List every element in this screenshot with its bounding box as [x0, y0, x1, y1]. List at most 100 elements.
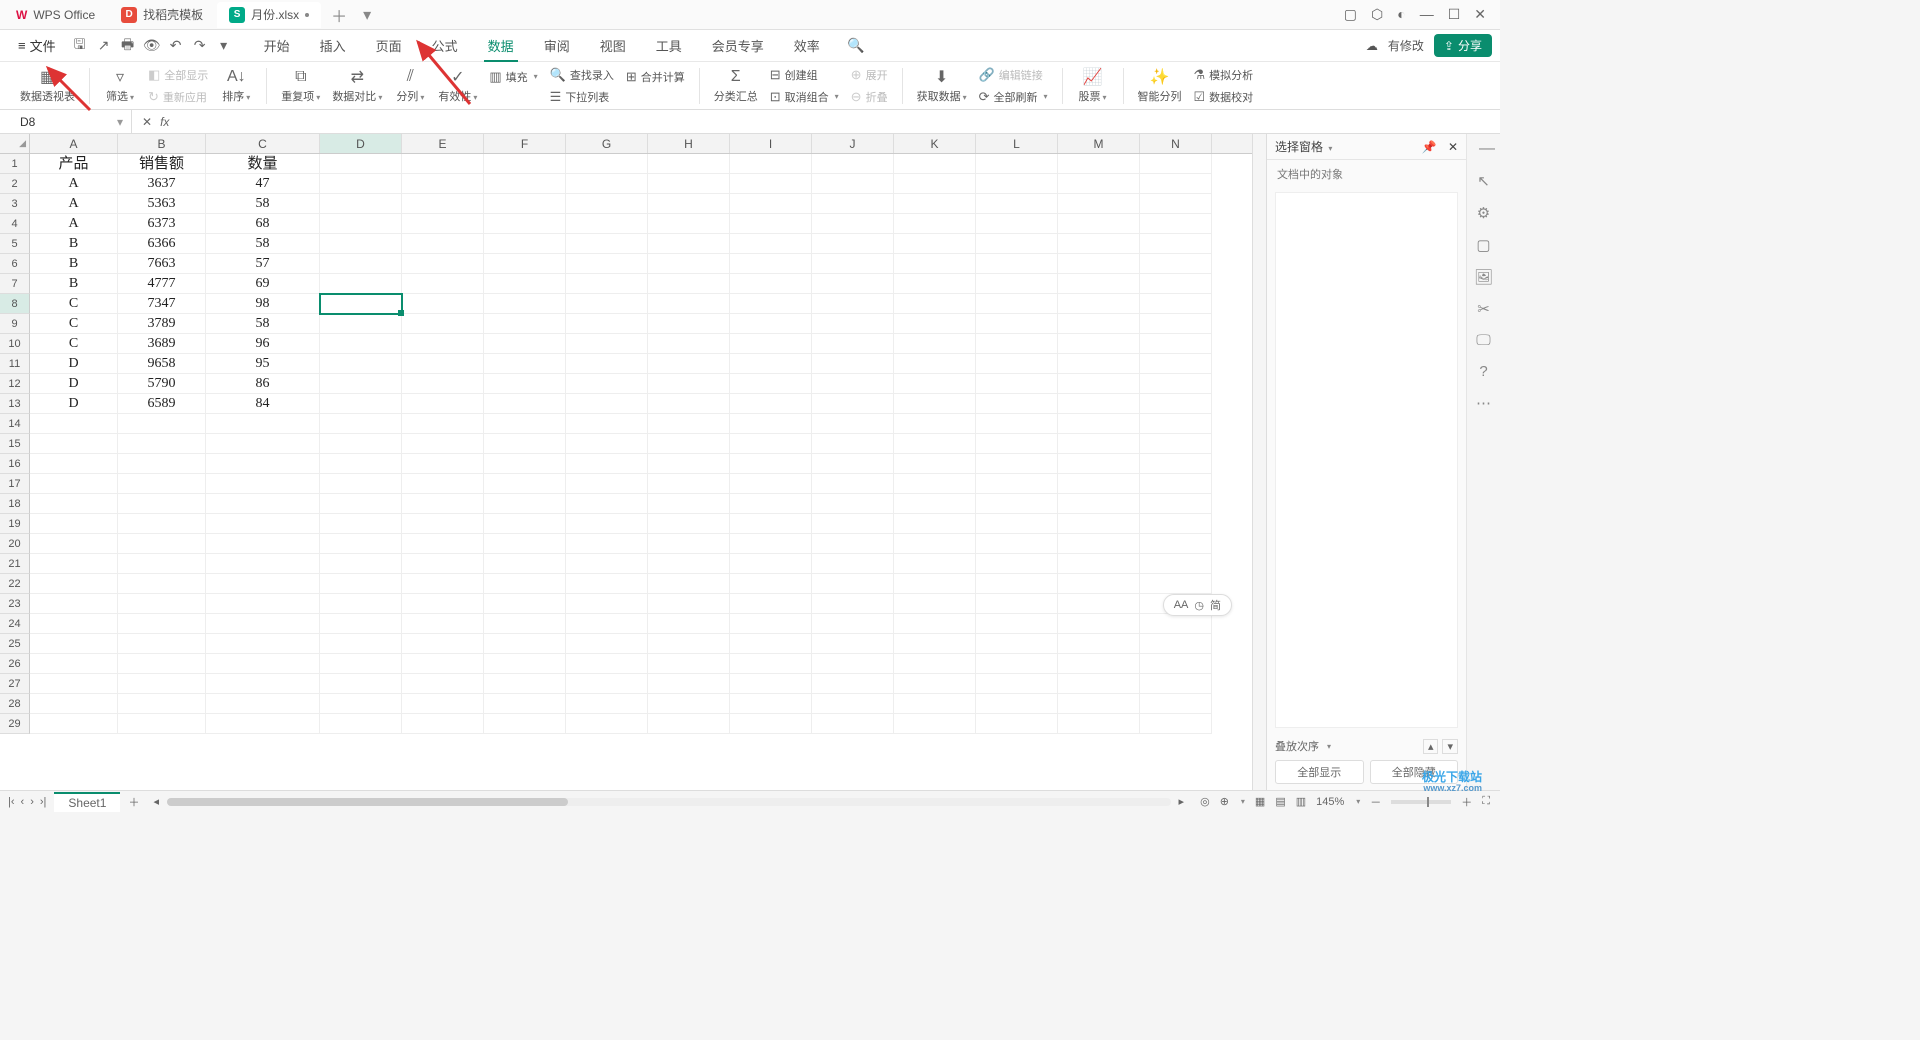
cell[interactable]: [1058, 714, 1140, 734]
row-header[interactable]: 17: [0, 474, 30, 494]
cell[interactable]: [976, 254, 1058, 274]
cell[interactable]: [976, 274, 1058, 294]
cell[interactable]: [1140, 534, 1212, 554]
cell[interactable]: [976, 214, 1058, 234]
cell[interactable]: [730, 554, 812, 574]
cell[interactable]: [894, 454, 976, 474]
cell[interactable]: [812, 674, 894, 694]
data-compare-button[interactable]: ⇄数据对比▾: [326, 66, 388, 106]
cell[interactable]: [976, 714, 1058, 734]
cell[interactable]: [402, 594, 484, 614]
cell[interactable]: [566, 434, 648, 454]
validity-button[interactable]: ✓有效性▾: [432, 66, 483, 106]
cell[interactable]: [976, 374, 1058, 394]
row-header[interactable]: 14: [0, 414, 30, 434]
qat-more-icon[interactable]: ▾: [214, 36, 234, 56]
show-all-button[interactable]: 全部显示: [1275, 760, 1364, 784]
cell[interactable]: [484, 514, 566, 534]
cell[interactable]: [484, 674, 566, 694]
cell[interactable]: [30, 574, 118, 594]
tab-add-button[interactable]: ＋: [323, 3, 355, 27]
cell[interactable]: 86: [206, 374, 320, 394]
cell[interactable]: [648, 214, 730, 234]
cell[interactable]: [484, 494, 566, 514]
cell[interactable]: B: [30, 254, 118, 274]
row-header[interactable]: 5: [0, 234, 30, 254]
cell[interactable]: [730, 354, 812, 374]
column-header[interactable]: D: [320, 134, 402, 153]
cell[interactable]: [484, 314, 566, 334]
cell[interactable]: [566, 154, 648, 174]
cell[interactable]: [1058, 194, 1140, 214]
cell[interactable]: [648, 454, 730, 474]
cell[interactable]: [812, 594, 894, 614]
menu-tab-5[interactable]: 审阅: [530, 30, 584, 61]
cell[interactable]: [30, 714, 118, 734]
cell[interactable]: [1058, 534, 1140, 554]
cell[interactable]: 3689: [118, 334, 206, 354]
cell[interactable]: [402, 334, 484, 354]
cell[interactable]: [894, 174, 976, 194]
column-header[interactable]: N: [1140, 134, 1212, 153]
cell[interactable]: [1140, 214, 1212, 234]
cell[interactable]: [206, 714, 320, 734]
move-up-icon[interactable]: ▴: [1423, 739, 1439, 754]
tab-file[interactable]: S 月份.xlsx: [217, 2, 321, 28]
cell[interactable]: [976, 454, 1058, 474]
cell[interactable]: [30, 674, 118, 694]
cell[interactable]: 3789: [118, 314, 206, 334]
split-column-button[interactable]: ⫽分列▾: [388, 66, 432, 106]
cell[interactable]: [648, 694, 730, 714]
cell[interactable]: [1058, 494, 1140, 514]
cell[interactable]: [1140, 634, 1212, 654]
cell[interactable]: 9658: [118, 354, 206, 374]
cell[interactable]: 98: [206, 294, 320, 314]
cell[interactable]: [1140, 314, 1212, 334]
window-minimize-icon[interactable]: —: [1420, 6, 1434, 23]
view-normal-icon[interactable]: ▦: [1255, 795, 1265, 808]
ime-pill[interactable]: AA ◷ 简: [1163, 594, 1232, 616]
cell[interactable]: [320, 154, 402, 174]
cell[interactable]: [566, 574, 648, 594]
cell[interactable]: [894, 194, 976, 214]
cell[interactable]: [118, 474, 206, 494]
cell[interactable]: [894, 334, 976, 354]
cell[interactable]: [730, 514, 812, 534]
cell[interactable]: [320, 674, 402, 694]
cell[interactable]: [1058, 274, 1140, 294]
cell[interactable]: [1140, 434, 1212, 454]
cell[interactable]: [730, 294, 812, 314]
cell[interactable]: [730, 234, 812, 254]
search-icon[interactable]: 🔍: [846, 36, 866, 56]
row-header[interactable]: 8: [0, 294, 30, 314]
cell[interactable]: [812, 274, 894, 294]
pin-icon[interactable]: 📌: [1422, 140, 1437, 154]
cell[interactable]: [566, 274, 648, 294]
cell[interactable]: 96: [206, 334, 320, 354]
cell[interactable]: [730, 254, 812, 274]
cell[interactable]: 产品: [30, 154, 118, 174]
cell[interactable]: [648, 374, 730, 394]
zoom-value[interactable]: 145%: [1316, 796, 1344, 808]
column-header[interactable]: K: [894, 134, 976, 153]
cell[interactable]: [730, 274, 812, 294]
cell[interactable]: A: [30, 214, 118, 234]
cell[interactable]: 5790: [118, 374, 206, 394]
tab-template[interactable]: D 找稻壳模板: [109, 2, 215, 28]
cell[interactable]: [730, 194, 812, 214]
cell[interactable]: [30, 514, 118, 534]
row-header[interactable]: 25: [0, 634, 30, 654]
cell[interactable]: [976, 494, 1058, 514]
cell[interactable]: [648, 494, 730, 514]
menu-tab-3[interactable]: 公式: [418, 30, 472, 61]
redo-icon[interactable]: ↷: [190, 36, 210, 56]
cell[interactable]: [30, 474, 118, 494]
cell[interactable]: [976, 474, 1058, 494]
cell[interactable]: [894, 434, 976, 454]
cell[interactable]: [648, 634, 730, 654]
cell[interactable]: [730, 474, 812, 494]
cell[interactable]: [812, 554, 894, 574]
cell[interactable]: [320, 694, 402, 714]
cell[interactable]: [812, 414, 894, 434]
cell[interactable]: [976, 534, 1058, 554]
